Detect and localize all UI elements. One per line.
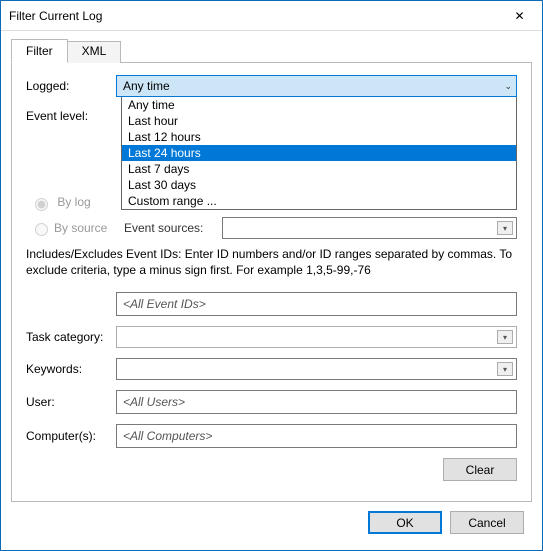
logged-option[interactable]: Last 12 hours — [122, 129, 516, 145]
tab-xml-label: XML — [82, 44, 107, 58]
tab-filter-label: Filter — [26, 44, 53, 58]
user-label: User: — [26, 395, 116, 409]
logged-option[interactable]: Last 7 days — [122, 161, 516, 177]
keywords-combo[interactable]: ▾ — [116, 358, 517, 380]
logged-option[interactable]: Any time — [122, 97, 516, 113]
by-source-radio-row: By source Event sources: ▾ — [30, 217, 517, 239]
logged-option[interactable]: Last 30 days — [122, 177, 516, 193]
task-category-label: Task category: — [26, 330, 116, 344]
computers-label: Computer(s): — [26, 429, 116, 443]
tab-strip: Filter XML — [11, 39, 532, 63]
logged-combo-value: Any time — [123, 79, 170, 93]
by-source-label: By source — [54, 221, 124, 235]
event-ids-field[interactable]: <All Event IDs> — [116, 292, 517, 316]
event-sources-label: Event sources: — [124, 221, 222, 235]
logged-option[interactable]: Custom range ... — [122, 193, 516, 209]
by-source-radio — [35, 223, 48, 236]
cancel-button[interactable]: Cancel — [450, 511, 524, 534]
chevron-down-icon: ▾ — [497, 221, 513, 235]
user-value: <All Users> — [123, 395, 185, 409]
logged-combo[interactable]: Any time ⌄ — [116, 75, 517, 97]
chevron-down-icon: ▾ — [497, 362, 513, 376]
tab-xml[interactable]: XML — [67, 41, 122, 63]
close-button[interactable]: ✕ — [497, 1, 542, 31]
footer: OK Cancel — [1, 501, 542, 534]
clear-button-label: Clear — [466, 463, 495, 477]
info-text: Includes/Excludes Event IDs: Enter ID nu… — [26, 247, 517, 278]
chevron-down-icon: ▾ — [497, 330, 513, 344]
task-category-combo: ▾ — [116, 326, 517, 348]
ok-button-label: OK — [396, 516, 413, 530]
logged-dropdown-list: Any timeLast hourLast 12 hoursLast 24 ho… — [121, 97, 517, 210]
filter-panel: Logged: Any time ⌄ Any timeLast hourLast… — [11, 62, 532, 502]
content-area: Filter XML Logged: Any time ⌄ Any timeLa… — [1, 31, 542, 501]
clear-button[interactable]: Clear — [443, 458, 517, 481]
event-ids-value: <All Event IDs> — [123, 297, 206, 311]
ok-button[interactable]: OK — [368, 511, 442, 534]
computers-field[interactable]: <All Computers> — [116, 424, 517, 448]
by-log-radio — [35, 198, 48, 211]
user-field[interactable]: <All Users> — [116, 390, 517, 414]
close-icon: ✕ — [514, 9, 524, 23]
tab-filter[interactable]: Filter — [11, 39, 68, 63]
logged-option[interactable]: Last 24 hours — [122, 145, 516, 161]
by-log-label: By log — [57, 195, 90, 209]
cancel-button-label: Cancel — [468, 516, 505, 530]
chevron-down-icon: ⌄ — [504, 81, 512, 92]
logged-label: Logged: — [26, 79, 116, 93]
keywords-label: Keywords: — [26, 362, 116, 376]
event-sources-combo[interactable]: ▾ — [222, 217, 517, 239]
logged-option[interactable]: Last hour — [122, 113, 516, 129]
window-title: Filter Current Log — [9, 9, 497, 23]
computers-value: <All Computers> — [123, 429, 212, 443]
titlebar: Filter Current Log ✕ — [1, 1, 542, 31]
event-level-label: Event level: — [26, 107, 116, 123]
